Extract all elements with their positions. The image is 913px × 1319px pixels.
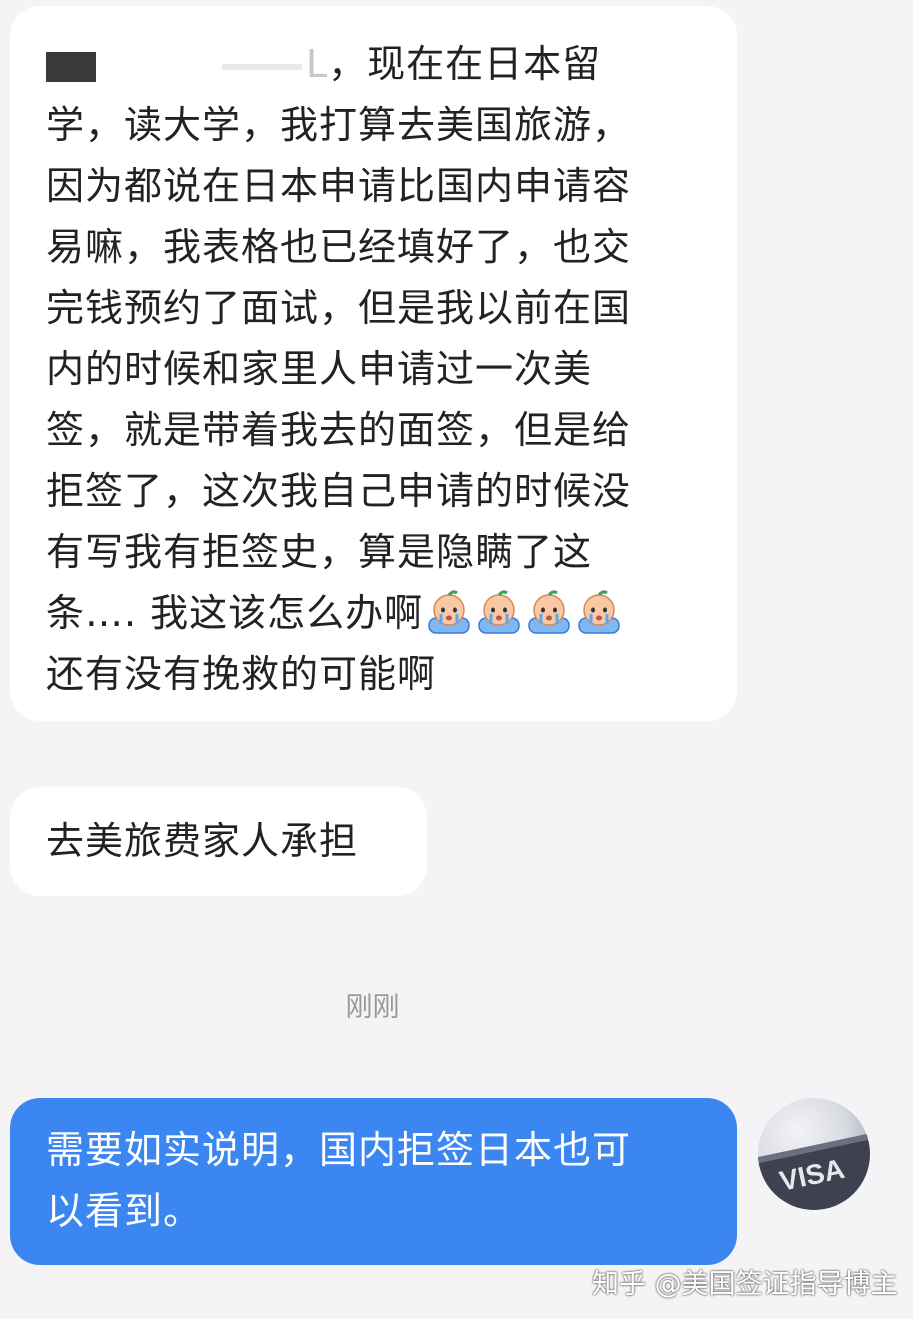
message-text: 去美旅费家人承担 xyxy=(46,819,359,863)
chat-screen: { "messages": [ { "sender": "other", "li… xyxy=(0,0,913,1319)
message-line: 拒签了，这次我自己申请的时候没 xyxy=(46,469,632,513)
message-line: 以看到。 xyxy=(46,1189,203,1233)
redacted-text xyxy=(222,63,302,70)
incoming-message-bubble[interactable]: L，现在在日本留 学，读大学，我打算去美国旅游， 因为都说在日本申请比国内申请容… xyxy=(10,6,737,721)
crying-emoji xyxy=(428,590,470,634)
watermark: 知乎 @美国签证指导博主 xyxy=(592,1269,898,1300)
crying-emoji xyxy=(478,590,520,634)
avatar[interactable]: VISA xyxy=(758,1098,870,1210)
message-text: 条…. 我这该怎么办啊 xyxy=(46,591,424,635)
crying-emoji xyxy=(578,590,620,634)
emoji-row xyxy=(423,590,623,635)
outgoing-message-bubble[interactable]: 需要如实说明，国内拒签日本也可 以看到。 xyxy=(10,1098,737,1265)
redacted-name xyxy=(46,51,96,82)
message-timestamp: 刚刚 xyxy=(345,992,400,1023)
message-line: 内的时候和家里人申请过一次美 xyxy=(46,347,593,391)
message-text: ，现在在日本留 xyxy=(328,42,602,86)
message-line: 条…. 我这该怎么办啊 xyxy=(46,583,707,644)
message-line: 学，读大学，我打算去美国旅游， xyxy=(46,103,632,147)
visa-card-image: VISA xyxy=(758,1131,870,1210)
message-line: 有写我有拒签史，算是隐瞒了这 xyxy=(46,530,593,574)
message-line: 还有没有挽救的可能啊 xyxy=(46,652,437,696)
message-line: 因为都说在日本申请比国内申请容 xyxy=(46,164,632,208)
message-line: 易嘛，我表格也已经填好了，也交 xyxy=(46,225,632,269)
message-line: 完钱预约了面试，但是我以前在国 xyxy=(46,286,632,330)
crying-emoji xyxy=(528,590,570,634)
message-line: L，现在在日本留 xyxy=(46,34,707,95)
blurred-char: L xyxy=(306,42,329,86)
message-line: 签，就是带着我去的面签，但是给 xyxy=(46,408,632,452)
message-line: 需要如实说明，国内拒签日本也可 xyxy=(46,1128,632,1172)
incoming-message-bubble[interactable]: 去美旅费家人承担 xyxy=(10,787,427,896)
